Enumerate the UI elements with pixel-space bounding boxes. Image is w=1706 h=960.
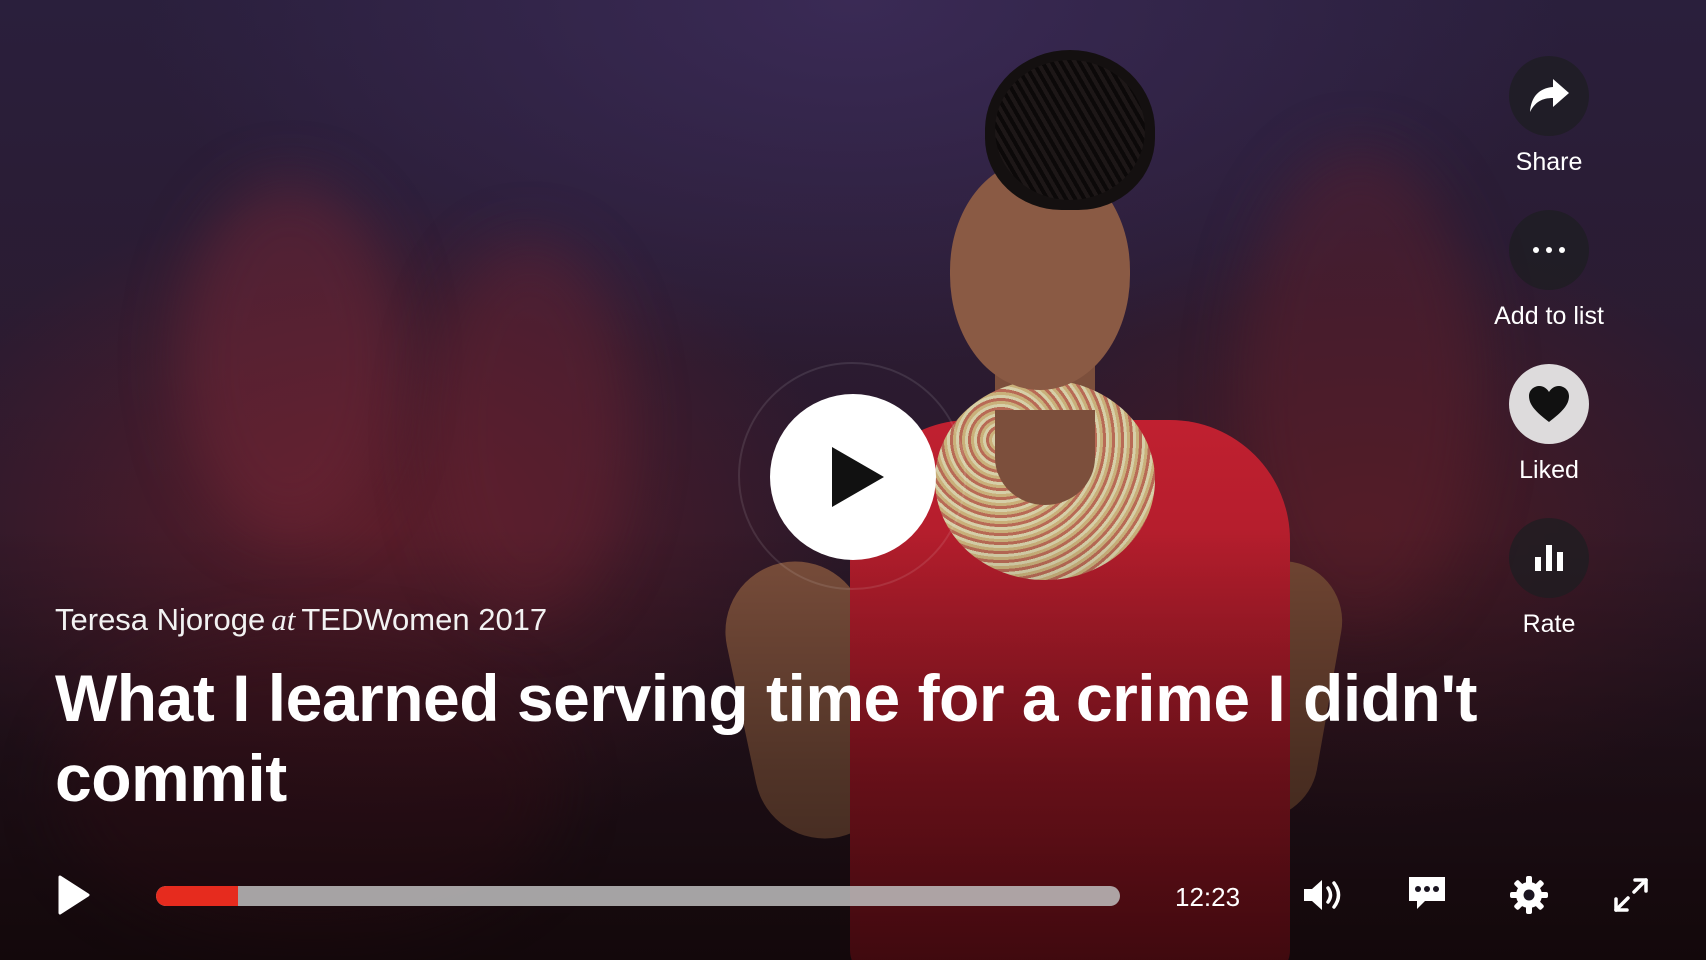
captions-button[interactable]: [1404, 870, 1450, 916]
share-label: Share: [1515, 148, 1583, 176]
big-play-button[interactable]: [770, 394, 936, 560]
play-button[interactable]: [52, 870, 96, 920]
add-to-list-label: Add to list: [1494, 302, 1604, 330]
event-name[interactable]: TEDWomen 2017: [301, 602, 547, 637]
rate-circle: [1509, 518, 1589, 598]
rate-button[interactable]: Rate: [1509, 518, 1589, 672]
at-word: at: [271, 602, 296, 637]
progress-bar[interactable]: [156, 886, 1120, 906]
heart-icon: [1529, 386, 1569, 422]
fullscreen-button[interactable]: [1608, 872, 1654, 918]
like-button[interactable]: Liked: [1509, 364, 1589, 518]
duration-time: 12:23: [1175, 882, 1241, 912]
share-button[interactable]: Share: [1509, 56, 1589, 210]
like-circle: [1509, 364, 1589, 444]
rate-label: Rate: [1522, 610, 1576, 638]
volume-button[interactable]: [1300, 872, 1350, 918]
play-icon: [58, 875, 90, 915]
talk-meta: Teresa Njoroge at TEDWomen 2017: [55, 602, 547, 638]
play-icon: [832, 447, 884, 507]
speaker-name[interactable]: Teresa Njoroge: [55, 602, 265, 637]
add-to-list-button[interactable]: Add to list: [1494, 210, 1604, 364]
player-controls: 12:23: [0, 860, 1706, 930]
settings-button[interactable]: [1506, 872, 1552, 918]
talk-title: What I learned serving time for a crime …: [55, 661, 1478, 815]
more-dots-icon: [1533, 247, 1565, 253]
bar-chart-icon: [1535, 545, 1563, 571]
liked-label: Liked: [1519, 456, 1579, 484]
action-column: Share Add to list Liked Rate: [1474, 56, 1624, 672]
share-arrow-icon: [1530, 79, 1569, 112]
fullscreen-icon: [1614, 878, 1648, 912]
progress-fill: [156, 886, 238, 906]
share-circle: [1509, 56, 1589, 136]
add-to-list-circle: [1509, 210, 1589, 290]
captions-icon: [1409, 877, 1445, 909]
settings-gear-icon: [1510, 876, 1548, 914]
volume-icon: [1304, 880, 1341, 910]
